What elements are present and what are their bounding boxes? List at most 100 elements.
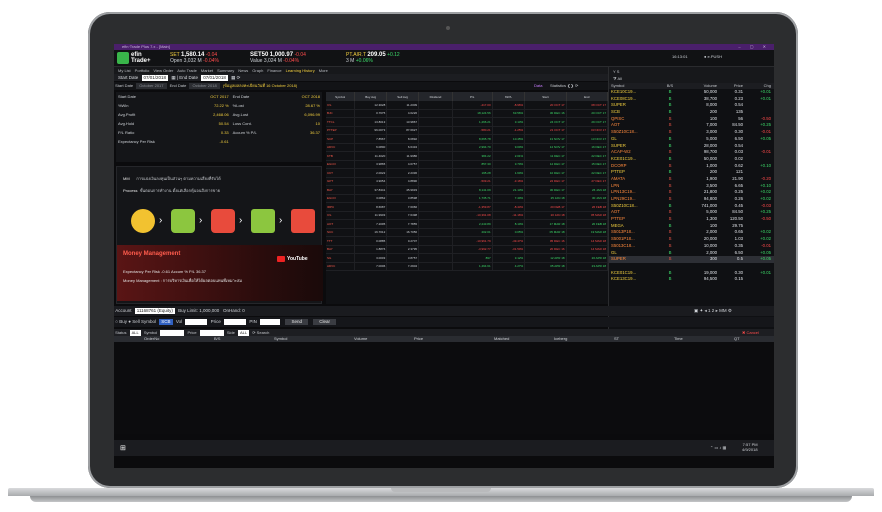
statistics-toggle[interactable]: Statistics ❮❯ ⟳ bbox=[550, 82, 578, 90]
youtube-logo[interactable]: YouTube bbox=[277, 255, 311, 264]
stream-row[interactable]: QPISC S 100 56 -0.50 bbox=[609, 116, 774, 123]
column-header[interactable]: Symbol bbox=[326, 92, 356, 101]
price-input[interactable] bbox=[224, 319, 247, 325]
stream-row[interactable]: ACAP-W2 S 98,700 0.03 -0.01 bbox=[609, 149, 774, 156]
table-row[interactable]: SG 3.0003 3.8757 897 3.12% 12 APR 18 20 APR 18 bbox=[326, 253, 608, 263]
menu-item[interactable]: My List bbox=[118, 68, 131, 73]
stream-row[interactable]: GL B 5,000 6.50 +0.05 bbox=[609, 136, 774, 143]
column-header[interactable]: End bbox=[566, 92, 608, 101]
menu-item[interactable]: View Order bbox=[153, 68, 173, 73]
pin-input[interactable] bbox=[260, 319, 281, 325]
epush-button[interactable]: ● e.PUSH bbox=[704, 54, 722, 59]
ticker-set50[interactable]: SET50 1,000.97 -0.04 Value 3,024 M -0.04… bbox=[250, 52, 306, 64]
ticker-set[interactable]: SET 1,580.14 -0.04 Open 3,032 M -0.04% bbox=[170, 52, 219, 64]
table-row[interactable]: AOT 7.2095 7.7855 2,243.89 8.10% 17 MAR 18 20 … bbox=[326, 219, 608, 229]
menu-item[interactable]: Summary bbox=[217, 68, 234, 73]
stream-row[interactable] bbox=[609, 263, 774, 270]
stream-row[interactable]: PTTEP S 1,300 120.50 -0.50 bbox=[609, 216, 774, 223]
refresh-icon[interactable]: ⟳ bbox=[237, 75, 241, 80]
table-row[interactable]: IVL 11.9903 7.6498 -10,391.08 -11.16% 20 JAN … bbox=[326, 211, 608, 220]
symbol-input[interactable]: SCB bbox=[159, 319, 173, 325]
end-month-select[interactable]: October 2018 bbox=[189, 83, 220, 89]
search-button[interactable]: ⟳ Search bbox=[252, 330, 269, 335]
table-row[interactable]: BAY 1.8876 2.3795 -3,992.77 -31.50% 20 DEC 16… bbox=[326, 245, 608, 254]
stream-cell: S bbox=[668, 209, 672, 215]
stream-row[interactable]: PTTEP B 200 121 bbox=[609, 169, 774, 176]
stream-row[interactable]: LPN29C19... S 94,800 0.26 +0.02 bbox=[609, 196, 774, 203]
stream-row[interactable]: MEGA B 100 29.75 bbox=[609, 223, 774, 230]
menu-item[interactable]: Finance bbox=[267, 68, 281, 73]
stream-row[interactable]: SUPER S 300 0.5 +0.05 bbox=[609, 256, 774, 263]
clear-button[interactable]: Clear bbox=[313, 319, 337, 325]
menu-item[interactable]: More bbox=[319, 68, 328, 73]
table-row[interactable]: BJC 0.7675 4.0226 18,124.56 63.56% 30 DEC 16 2… bbox=[326, 109, 608, 118]
stream-row[interactable]: AMATA S 1,900 21.90 -0.20 bbox=[609, 176, 774, 183]
stream-tabs[interactable]: Y S bbox=[613, 69, 619, 74]
volume-input[interactable] bbox=[185, 319, 208, 325]
column-header[interactable]: Buy Avg bbox=[354, 92, 388, 101]
calendar-icon[interactable]: ▦ bbox=[231, 75, 235, 80]
stream-row[interactable]: SUPER B 8,000 0.54 bbox=[609, 102, 774, 109]
table-row[interactable]: BAY 37.8341 45.9933 8,141.09 21.13% 30 DEC 17… bbox=[326, 185, 608, 195]
stream-row[interactable]: S5013C18... S 10,000 0.35 -0.01 bbox=[609, 243, 774, 250]
stream-row[interactable]: AOT S 5,000 84.50 +0.25 bbox=[609, 209, 774, 216]
stream-row[interactable]: LPN S 3,500 6.65 +0.10 bbox=[609, 183, 774, 190]
table-row[interactable]: SCP 7.8567 8.0892 8,665.78 10.45% 13 NOV 17 13… bbox=[326, 134, 608, 144]
account-select[interactable]: 11168761 (Equity) bbox=[134, 308, 175, 314]
column-header[interactable]: %P/L bbox=[492, 92, 526, 101]
stream-row[interactable]: S5001P18... S 20,000 1.03 +0.02 bbox=[609, 236, 774, 243]
table-row[interactable]: TTT 0.0885 0.2707 -10,961.79 -49.47% 05 DEC 1… bbox=[326, 236, 608, 246]
stream-row[interactable]: KCE13C19... B 94,500 0.15 bbox=[609, 276, 774, 283]
stream-row[interactable]: S5013P18... S 2,000 0.65 +0.02 bbox=[609, 229, 774, 236]
table-row[interactable]: PTTEP 96.0073 87.6927 -580.21 -1.25% 21 OCT 1… bbox=[326, 126, 608, 135]
buy-radio[interactable]: ○ Buy bbox=[115, 319, 127, 324]
table-row[interactable]: EGCO 3.0862 3.8598 1,735.71 7.40% 25 JAN 18 30… bbox=[326, 194, 608, 203]
stream-row[interactable]: LPN13C19... S 21,800 0.25 +0.02 bbox=[609, 189, 774, 196]
menu-item[interactable]: Portfolio bbox=[135, 68, 150, 73]
menu-item[interactable]: Learning History bbox=[286, 68, 315, 73]
table-row[interactable]: GPT 4.9054 4.8890 -509.21 -3.16% 22 DEC 17 27 … bbox=[326, 177, 608, 186]
stream-row[interactable]: S50Z10C18... B 741,000 0.45 -0.03 bbox=[609, 203, 774, 210]
table-row[interactable]: CKT 2.0022 2.2336 195.28 1.60% 10 DEC 17 22 DE… bbox=[326, 168, 608, 178]
start-date-input[interactable]: 07/01/2018 bbox=[141, 75, 169, 81]
windows-start-icon[interactable]: ⊞ bbox=[120, 444, 126, 452]
stream-row[interactable]: SCB B 200 135 bbox=[609, 109, 774, 116]
column-header[interactable]: Sell Avg bbox=[386, 92, 420, 101]
table-row[interactable]: ADVC 6.0890 6.6434 2,994.70 9.00% 14 NOV 17 16… bbox=[326, 143, 608, 152]
stat-value: 6,096.99 bbox=[304, 112, 320, 117]
order-toolbar-icons[interactable]: ▣ ✦ ◂ 1 2 ▸ MM ⚙ bbox=[694, 306, 732, 316]
stream-row[interactable]: KCE01C19... B 19,000 0.30 +0.01 bbox=[609, 270, 774, 277]
table-row[interactable]: TTCL 13.8013 13.9867 1,266.21 3.13% 24 OCT 17… bbox=[326, 117, 608, 127]
stream-row[interactable]: KCE10C19... B 50,000 0.31 +0.01 bbox=[609, 89, 774, 96]
send-button[interactable]: Send bbox=[285, 319, 308, 325]
stream-row[interactable]: DCORP S 1,000 0.62 +0.10 bbox=[609, 163, 774, 170]
table-row[interactable]: EGCO 3.9865 4.0757 857.30 3.70% 12 DEC 17 15 D… bbox=[326, 160, 608, 169]
menu-item[interactable]: News bbox=[238, 68, 248, 73]
stream-row[interactable]: KCE01C19... B 50,000 0.02 bbox=[609, 156, 774, 163]
tray-icons[interactable]: ⌃ ▭ ♪ ▦ bbox=[710, 445, 726, 450]
sell-radio[interactable]: ● Sell bbox=[128, 319, 139, 324]
menu-item[interactable]: Auto Trade bbox=[177, 68, 197, 73]
table-row[interactable]: IVL 12.3028 11.2009 -417.00 -8.96% 20 OCT 17 0… bbox=[326, 101, 608, 110]
stream-row[interactable]: KCE08C19... B 38,700 0.23 +0.01 bbox=[609, 96, 774, 103]
stream-row[interactable]: S50Z10C18... S 3,000 0.30 -0.01 bbox=[609, 129, 774, 136]
stream-row[interactable]: GL B 2,000 6.50 +0.05 bbox=[609, 250, 774, 257]
table-row[interactable]: SCC 16.7012 16.7056 202.01 0.05% 05 MAR 18 19 … bbox=[326, 228, 608, 237]
table-row[interactable]: IRPC 8.6687 7.6066 -1,359.87 -8.43% 20 FEB 17… bbox=[326, 202, 608, 212]
end-date-input[interactable]: 07/01/2018 bbox=[201, 75, 228, 81]
stream-row[interactable]: SUPER B 28,000 0.54 bbox=[609, 143, 774, 150]
cancel-button[interactable]: ✖ Cancel bbox=[742, 329, 759, 336]
start-month-select[interactable]: October 2017 bbox=[136, 83, 167, 89]
column-header[interactable]: P/L bbox=[452, 92, 493, 101]
table-row[interactable]: KTB 11.4020 11.9986 384.22 2.01% 11 DEC 17 22 … bbox=[326, 151, 608, 161]
ticker-pt-air[interactable]: PT.AIR.T 209.05 +0.12 3 M +0.06% bbox=[346, 52, 400, 64]
stream-filter[interactable]: All bbox=[617, 76, 621, 81]
data-link[interactable]: Data bbox=[534, 82, 542, 90]
table-row[interactable]: ADVC 7.0006 7.2904 1,494.61 4.27% 05 APR 18 23… bbox=[326, 262, 608, 271]
calendar-icon[interactable]: ▦ bbox=[171, 75, 175, 80]
menu-item[interactable]: Graph bbox=[252, 68, 263, 73]
column-header[interactable]: Start bbox=[524, 92, 567, 101]
stream-row[interactable]: AOT S 7,000 84.50 +0.25 bbox=[609, 122, 774, 129]
column-header[interactable]: Dividend bbox=[418, 92, 453, 101]
menu-item[interactable]: Market bbox=[201, 68, 213, 73]
